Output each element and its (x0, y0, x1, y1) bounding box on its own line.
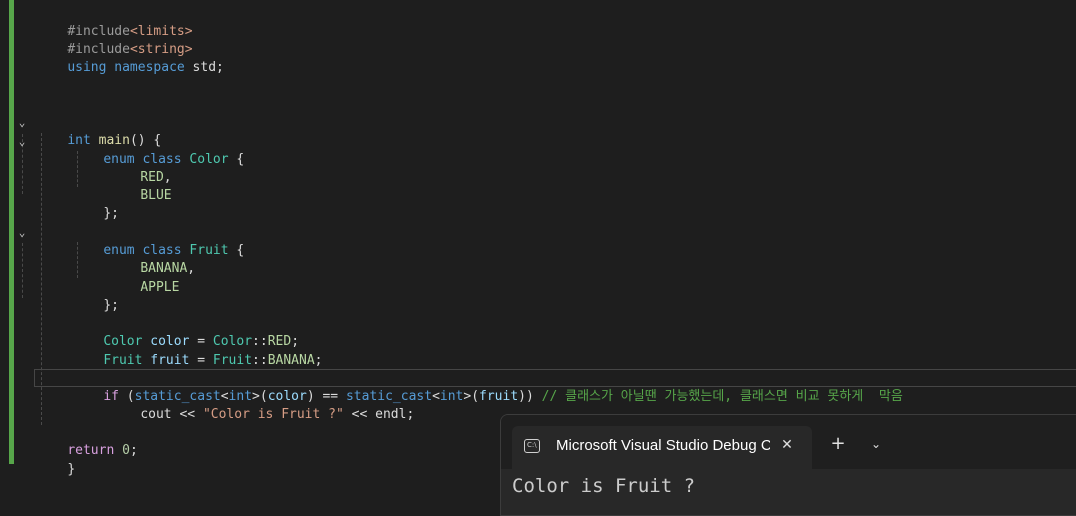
code-line-using[interactable]: using namespace std; (36, 41, 224, 75)
code-line-enum-color[interactable]: enum class Color { (72, 133, 244, 167)
type-name: Fruit (103, 353, 143, 368)
code-text: :: (252, 353, 268, 368)
code-text: { (228, 243, 245, 258)
code-text: << (343, 407, 376, 422)
code-text: << (171, 407, 203, 422)
code-text: ; (406, 407, 415, 422)
variable-name: fruit (479, 389, 519, 404)
terminal-tab[interactable]: C:\ Microsoft Visual Studio Debug Consol… (512, 426, 812, 469)
code-text: std; (184, 60, 224, 75)
code-text: ; (129, 443, 138, 458)
code-line-main[interactable]: int main() { (36, 114, 161, 148)
indent-guide (22, 243, 23, 298)
keyword-int: int (439, 389, 464, 404)
keyword-namespace: namespace (114, 60, 185, 75)
code-text: , (187, 261, 196, 276)
code-line-banana[interactable]: BANANA, (109, 242, 195, 276)
code-text: ; (314, 353, 323, 368)
code-line-if[interactable]: if (static_cast<int>(color) == static_ca… (72, 370, 903, 404)
type-name: Fruit (189, 243, 229, 258)
code-text: }; (103, 298, 119, 313)
tab-title: Microsoft Visual Studio Debug Console (556, 437, 770, 454)
code-line-blue[interactable]: BLUE (109, 169, 171, 203)
code-text: { (228, 152, 245, 167)
fold-chevron-icon[interactable]: ⌄ (16, 133, 28, 151)
code-line-return[interactable]: return 0; (36, 424, 137, 458)
code-line-red[interactable]: RED, (109, 151, 171, 185)
change-indicator-bar (9, 64, 14, 464)
new-tab-plus-icon[interactable]: + (827, 433, 849, 455)
enum-value: BANANA (267, 353, 315, 368)
code-text: >( (463, 389, 480, 404)
variable-name: fruit (150, 353, 190, 368)
change-indicator-bar (9, 0, 14, 64)
code-line-close-brace[interactable]: }; (72, 279, 119, 313)
code-comment: // 클래스가 아닐땐 가능했는데, 클래스면 비교 못하게 막음 (541, 389, 903, 404)
enum-value: APPLE (140, 280, 180, 295)
code-text: = (189, 353, 213, 368)
code-line-close-brace[interactable]: }; (72, 187, 119, 221)
string-literal: "Color is Fruit ?" (202, 407, 344, 422)
fold-chevron-icon[interactable]: ⌄ (16, 224, 28, 242)
code-line-include-limits[interactable]: #include<limits> (36, 5, 192, 39)
code-line-apple[interactable]: APPLE (109, 261, 179, 295)
code-text: }; (103, 206, 119, 221)
type-name: Fruit (212, 353, 253, 368)
console-icon: C:\ (524, 439, 540, 453)
code-text: } (67, 462, 76, 477)
identifier-cout: cout (140, 407, 172, 422)
code-text: < (432, 389, 440, 404)
code-line-enum-fruit[interactable]: enum class Fruit { (72, 224, 244, 258)
keyword-using: using (67, 60, 107, 75)
code-text: )) (518, 389, 542, 404)
type-name: Color (189, 152, 229, 167)
code-line-include-string[interactable]: #include<string> (36, 23, 192, 57)
code-line-fruit-decl[interactable]: Fruit fruit = Fruit::BANANA; (72, 334, 322, 368)
debug-console-window[interactable]: C:\ Microsoft Visual Studio Debug Consol… (500, 414, 1076, 516)
chevron-down-icon[interactable]: ⌄ (865, 433, 887, 455)
code-line-color-decl[interactable]: Color color = Color::RED; (72, 315, 299, 349)
console-output: Color is Fruit ? (512, 475, 696, 497)
code-line-cout[interactable]: cout << "Color is Fruit ?" << endl; (109, 388, 414, 422)
code-line-main-close[interactable]: } (36, 443, 75, 477)
enum-value: BLUE (140, 188, 172, 203)
close-icon[interactable]: ✕ (776, 434, 798, 456)
terminal-tab-bar: C:\ Microsoft Visual Studio Debug Consol… (501, 415, 1076, 469)
identifier-endl: endl (375, 407, 407, 422)
fold-chevron-icon[interactable]: ⌄ (16, 114, 28, 132)
number-literal: 0 (122, 443, 130, 458)
